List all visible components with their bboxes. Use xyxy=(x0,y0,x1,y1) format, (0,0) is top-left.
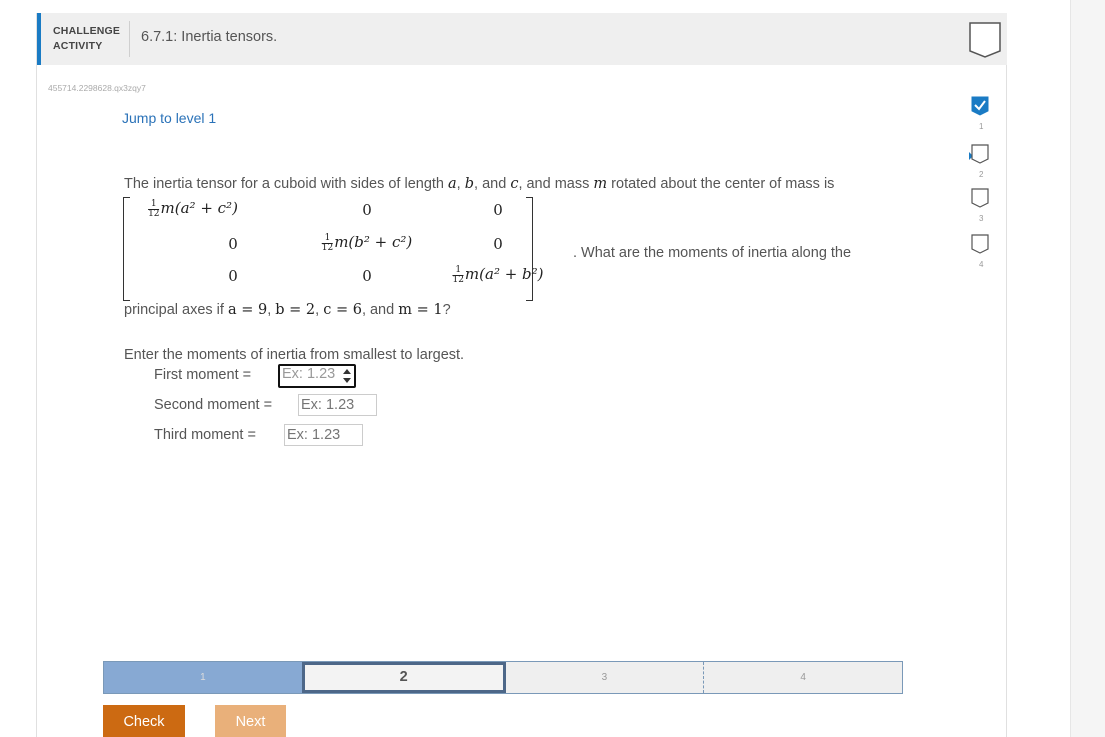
card-header: CHALLENGE ACTIVITY 6.7.1: Inertia tensor… xyxy=(37,13,1007,65)
matrix-left-bracket xyxy=(123,197,130,301)
cond-sep: , xyxy=(315,302,320,318)
right-scroll-strip xyxy=(1070,0,1105,737)
activity-id: 455714.2298628.qx3zqy7 xyxy=(48,83,146,93)
prompt-line-1: The inertia tensor for a cuboid with sid… xyxy=(124,176,834,192)
spinner-icon[interactable] xyxy=(343,369,351,383)
fraction-den: 12 xyxy=(321,242,334,253)
progress-level-3[interactable]: 3 xyxy=(505,662,705,693)
matrix-cell-r3c3: 1 12 m(a² + b²) xyxy=(452,265,544,285)
level-badge-icon xyxy=(971,144,989,164)
third-moment-label: Third moment = xyxy=(154,427,256,443)
cond-and: , and xyxy=(361,302,395,318)
prompt-and-mass: , and mass xyxy=(518,176,590,192)
second-moment-label: Second moment = xyxy=(154,397,273,413)
matrix-right-bracket xyxy=(526,197,533,301)
prompt-comma: , xyxy=(456,176,461,192)
challenge-card: CHALLENGE ACTIVITY 6.7.1: Inertia tensor… xyxy=(36,13,1007,737)
cond-m: m = 1 xyxy=(398,302,443,318)
cond-a: a = 9 xyxy=(227,302,268,318)
check-button[interactable]: Check xyxy=(103,705,185,737)
fraction-num: 1 xyxy=(452,265,464,276)
cond-question-mark: ? xyxy=(442,302,451,318)
matrix-cell-r1c3: 0 xyxy=(493,201,503,219)
next-button[interactable]: Next xyxy=(215,705,286,737)
first-moment-placeholder: Ex: 1.23 xyxy=(282,366,336,382)
first-moment-input[interactable]: Ex: 1.23 xyxy=(278,364,356,388)
activity-type-label: CHALLENGE ACTIVITY xyxy=(53,24,120,54)
progress-level-2[interactable]: 2 xyxy=(301,662,506,693)
prompt-line-2: principal axes if a = 9, b = 2, c = 6, a… xyxy=(124,302,451,318)
instruction-text: Enter the moments of inertia from smalle… xyxy=(124,347,465,363)
matrix-cell-r1c2: 0 xyxy=(362,201,372,219)
matrix-cell-r1c1: 1 12 m(a² + c²) xyxy=(148,199,238,219)
prompt-and: , and xyxy=(474,176,507,192)
sidebar-level-4[interactable]: 4 xyxy=(969,234,993,280)
activity-type-line1: CHALLENGE xyxy=(53,25,121,37)
fraction-den: 12 xyxy=(452,274,464,285)
prompt-rest: rotated about the center of mass is xyxy=(611,176,835,192)
sidebar-level-num: 4 xyxy=(979,260,984,269)
header-divider xyxy=(129,21,130,57)
principal-prefix: principal axes if xyxy=(124,302,224,318)
level-badge-icon xyxy=(971,188,989,208)
matrix-cell-r2c3: 0 xyxy=(493,235,503,253)
first-moment-label: First moment = xyxy=(154,367,252,383)
sidebar-level-1[interactable]: 1 xyxy=(969,96,993,142)
prompt-after-matrix: . What are the moments of inertia along … xyxy=(573,245,852,261)
inertia-tensor-matrix: 1 12 m(a² + c²) 0 0 0 1 12 m(b² + c²) 0 0 0 … xyxy=(123,197,544,301)
fraction-num: 1 xyxy=(321,233,334,244)
fraction: 1 12 xyxy=(321,233,334,253)
r1c1-expr: m(a² + c²) xyxy=(160,199,238,217)
r2c2-expr: m(b² + c²) xyxy=(334,233,413,251)
completion-badge-icon xyxy=(969,22,1001,58)
activity-type-line2: ACTIVITY xyxy=(53,40,103,52)
matrix-cell-r3c1: 0 xyxy=(228,267,238,285)
third-moment-input[interactable] xyxy=(284,424,363,446)
var-a: a xyxy=(448,176,457,192)
sidebar-level-3[interactable]: 3 xyxy=(969,188,993,234)
matrix-cell-r2c1: 0 xyxy=(228,235,238,253)
r3c3-expr: m(a² + b²) xyxy=(464,265,544,283)
fraction-num: 1 xyxy=(148,199,160,210)
cond-c: c = 6 xyxy=(323,302,362,318)
cond-sep: , xyxy=(267,302,272,318)
level-progress-bar: 1 2 3 4 xyxy=(103,661,903,694)
level-check-badge-icon xyxy=(971,96,989,116)
fraction-den: 12 xyxy=(148,208,160,219)
sidebar-level-num: 3 xyxy=(979,214,984,223)
jump-to-level-link[interactable]: Jump to level 1 xyxy=(122,110,216,126)
progress-level-4[interactable]: 4 xyxy=(704,662,902,693)
var-b: b xyxy=(464,176,475,192)
matrix-cell-r3c2: 0 xyxy=(362,267,372,285)
prompt-intro: The inertia tensor for a cuboid with sid… xyxy=(124,176,444,192)
activity-title: 6.7.1: Inertia tensors. xyxy=(141,29,278,45)
second-moment-input[interactable] xyxy=(298,394,377,416)
cond-b: b = 2 xyxy=(275,302,316,318)
level-badge-icon xyxy=(971,234,989,254)
progress-level-1[interactable]: 1 xyxy=(104,662,302,693)
var-m: m xyxy=(593,176,608,192)
sidebar-level-num: 2 xyxy=(979,170,984,179)
matrix-cell-r2c2: 1 12 m(b² + c²) xyxy=(321,233,413,253)
sidebar-level-2[interactable]: 2 xyxy=(969,142,993,188)
fraction: 1 12 xyxy=(452,265,464,285)
fraction: 1 12 xyxy=(148,199,160,219)
sidebar-level-num: 1 xyxy=(979,122,984,131)
